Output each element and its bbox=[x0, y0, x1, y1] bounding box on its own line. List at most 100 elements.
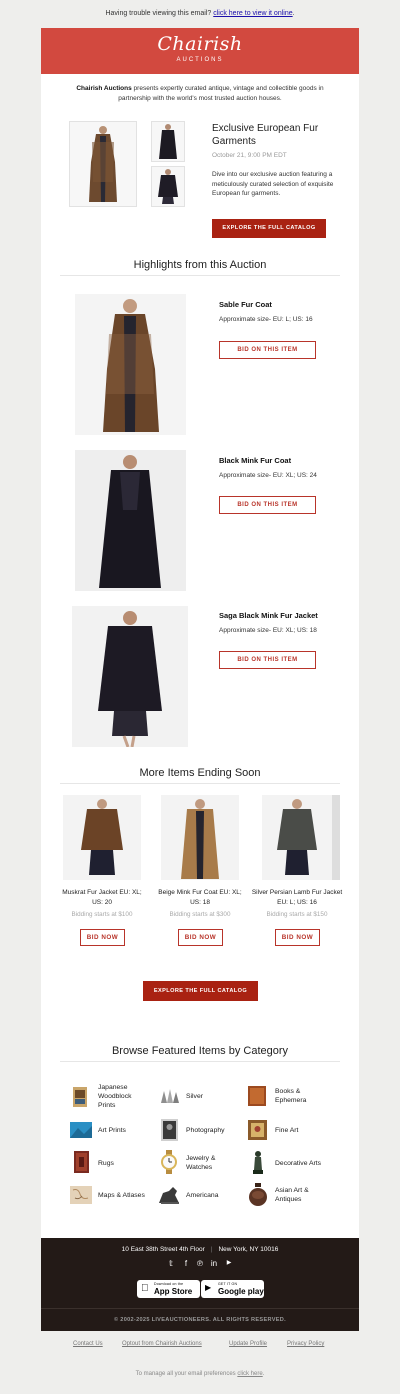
decorative-arts-icon[interactable] bbox=[252, 1150, 264, 1174]
rug-icon[interactable] bbox=[74, 1151, 89, 1173]
more-item-bid-2: Bidding starts at $300 bbox=[169, 911, 231, 918]
black-mink-jacket-image bbox=[152, 167, 184, 206]
highlights-divider bbox=[60, 275, 340, 276]
category-label-10[interactable]: Maps & Atlases bbox=[98, 1191, 145, 1200]
update-profile-link[interactable]: Update Profile bbox=[229, 1341, 267, 1347]
more-item-image-3[interactable] bbox=[262, 795, 340, 880]
category-label-6[interactable]: Fine Art bbox=[275, 1126, 298, 1135]
more-items-title: More Items Ending Soon bbox=[139, 767, 261, 779]
brand-logo[interactable]: Chairish bbox=[0, 33, 400, 55]
manage-preferences: To manage all your email preferences cli… bbox=[0, 1371, 400, 1377]
facebook-icon[interactable]: f bbox=[181, 1259, 191, 1268]
watch-icon[interactable] bbox=[159, 1150, 179, 1174]
category-label-4[interactable]: Art Prints bbox=[98, 1126, 126, 1135]
footer-divider bbox=[41, 1308, 359, 1309]
youtube-icon[interactable]: ▶ bbox=[224, 1259, 234, 1266]
preheader-text: Having trouble viewing this email? bbox=[105, 10, 212, 17]
highlight-name-2: Black Mink Fur Coat bbox=[219, 456, 292, 465]
more-item-bid-3: Bidding starts at $150 bbox=[266, 911, 328, 918]
brand-logo-sub: AUCTIONS bbox=[176, 57, 224, 63]
sable-fur-coat-photo bbox=[75, 294, 186, 435]
silver-icon[interactable] bbox=[159, 1087, 181, 1105]
intro-body: presents expertly curated antique, vinta… bbox=[118, 85, 324, 102]
more-item-bid-1: Bidding starts at $100 bbox=[71, 911, 133, 918]
footer-address: 10 East 38th Street 4th Floor | New York, … bbox=[0, 1246, 400, 1253]
categories-divider bbox=[60, 1061, 340, 1062]
bid-now-button-3[interactable]: BID NOW bbox=[275, 929, 320, 946]
category-label-3[interactable]: Books & Ephemera bbox=[275, 1087, 330, 1105]
bid-now-button-2[interactable]: BID NOW bbox=[178, 929, 223, 946]
preheader: Having trouble viewing this email? click… bbox=[0, 10, 400, 17]
hero-title: Exclusive European Fur Garments bbox=[212, 123, 319, 147]
linkedin-icon[interactable]: in bbox=[209, 1259, 219, 1268]
more-item-image-2[interactable] bbox=[161, 795, 239, 880]
categories-title: Browse Featured Items by Category bbox=[111, 1045, 289, 1057]
bid-now-button-1[interactable]: BID NOW bbox=[80, 929, 125, 946]
map-icon[interactable] bbox=[70, 1186, 92, 1204]
highlight-image-1[interactable] bbox=[75, 294, 186, 435]
apple-icon:  bbox=[141, 1283, 149, 1294]
highlight-size-3: Approximate size- EU: XL; US: 18 bbox=[219, 627, 317, 634]
explore-catalog-button[interactable]: EXPLORE THE FULL CATALOG bbox=[212, 219, 326, 238]
optout-link[interactable]: Optout from Chairish Auctions bbox=[122, 1341, 202, 1347]
twitter-icon[interactable]: 𝕥 bbox=[166, 1259, 176, 1268]
bid-button-3[interactable]: BID ON THIS ITEM bbox=[219, 651, 316, 669]
preheader-suffix: . bbox=[292, 10, 295, 17]
book-icon[interactable] bbox=[247, 1085, 267, 1107]
category-label-2[interactable]: Silver bbox=[186, 1092, 203, 1101]
hero-image-thumb-2[interactable] bbox=[151, 166, 185, 207]
privacy-policy-link[interactable]: Privacy Policy bbox=[287, 1341, 324, 1347]
app-store-big: App Store bbox=[154, 1287, 193, 1296]
more-item-name-1: Muskrat Fur Jacket EU: XL; US: 20 bbox=[62, 889, 142, 906]
bid-button-1[interactable]: BID ON THIS ITEM bbox=[219, 341, 316, 359]
sable-coat-image bbox=[70, 122, 136, 206]
americana-icon[interactable] bbox=[157, 1185, 181, 1205]
google-play-icon: ▶ bbox=[205, 1283, 212, 1292]
explore-catalog-button-2[interactable]: EXPLORE THE FULL CATALOG bbox=[143, 981, 258, 1001]
beige-mink-coat-photo bbox=[161, 795, 239, 880]
black-mink-image bbox=[152, 122, 184, 161]
hero-description: Dive into our exclusive auction featurin… bbox=[212, 171, 334, 197]
hero-image-thumb-1[interactable] bbox=[151, 121, 185, 162]
intro-bold: Chairish Auctions bbox=[76, 85, 132, 92]
copyright: © 2002-2025 LIVEAUCTIONEERS. ALL RIGHTS … bbox=[114, 1317, 286, 1323]
category-label-12[interactable]: Asian Art & Antiques bbox=[275, 1186, 330, 1204]
hero-image-main[interactable] bbox=[69, 121, 137, 207]
app-store-button[interactable]:  Download on the App Store bbox=[137, 1280, 200, 1298]
google-play-small: GET IT ON bbox=[218, 1282, 238, 1286]
footer-street: 10 East 38th Street 4th Floor bbox=[121, 1246, 205, 1253]
category-label-9[interactable]: Decorative Arts bbox=[275, 1159, 321, 1168]
more-item-name-2: Beige Mink Fur Coat EU: XL; US: 18 bbox=[158, 889, 242, 906]
category-label-1[interactable]: Japanese Woodblock Prints bbox=[98, 1083, 148, 1110]
muskrat-jacket-photo bbox=[63, 795, 141, 880]
black-mink-jacket-photo bbox=[72, 606, 188, 747]
intro-text: Chairish Auctions presents expertly cura… bbox=[62, 84, 338, 104]
woodblock-print-icon[interactable] bbox=[71, 1087, 89, 1107]
highlight-size-2: Approximate size- EU: XL; US: 24 bbox=[219, 472, 317, 479]
manage-suffix: . bbox=[262, 1371, 265, 1377]
category-label-11[interactable]: Americana bbox=[186, 1191, 219, 1200]
art-print-icon[interactable] bbox=[70, 1122, 92, 1138]
manage-preferences-link[interactable]: click here bbox=[237, 1371, 262, 1377]
view-online-link[interactable]: click here to view it online bbox=[213, 10, 292, 17]
highlight-image-2[interactable] bbox=[75, 450, 186, 591]
asian-art-icon[interactable] bbox=[248, 1183, 268, 1207]
category-label-7[interactable]: Rugs bbox=[98, 1159, 114, 1168]
contact-us-link[interactable]: Contact Us bbox=[73, 1341, 103, 1347]
photography-icon[interactable] bbox=[161, 1119, 178, 1141]
category-label-5[interactable]: Photography bbox=[186, 1126, 225, 1135]
google-play-button[interactable]: ▶ GET IT ON Google play bbox=[201, 1280, 264, 1298]
google-play-big: Google play bbox=[218, 1287, 264, 1296]
footer-city: New York, NY 10016 bbox=[218, 1246, 279, 1253]
category-label-8[interactable]: Jewelry & Watches bbox=[186, 1154, 231, 1172]
more-item-image-1[interactable] bbox=[63, 795, 141, 880]
fine-art-icon[interactable] bbox=[248, 1120, 267, 1140]
black-mink-coat-photo bbox=[75, 450, 186, 591]
hero-date: October 21, 9:00 PM EDT bbox=[212, 152, 287, 159]
highlight-name-3: Saga Black Mink Fur Jacket bbox=[219, 611, 318, 620]
manage-text: To manage all your email preferences bbox=[135, 1371, 238, 1377]
bid-button-2[interactable]: BID ON THIS ITEM bbox=[219, 496, 316, 514]
more-item-name-3: Silver Persian Lamb Fur Jacket EU: L; US… bbox=[251, 889, 343, 906]
pinterest-icon[interactable]: ℗ bbox=[195, 1259, 205, 1268]
highlight-image-3[interactable] bbox=[72, 606, 188, 747]
